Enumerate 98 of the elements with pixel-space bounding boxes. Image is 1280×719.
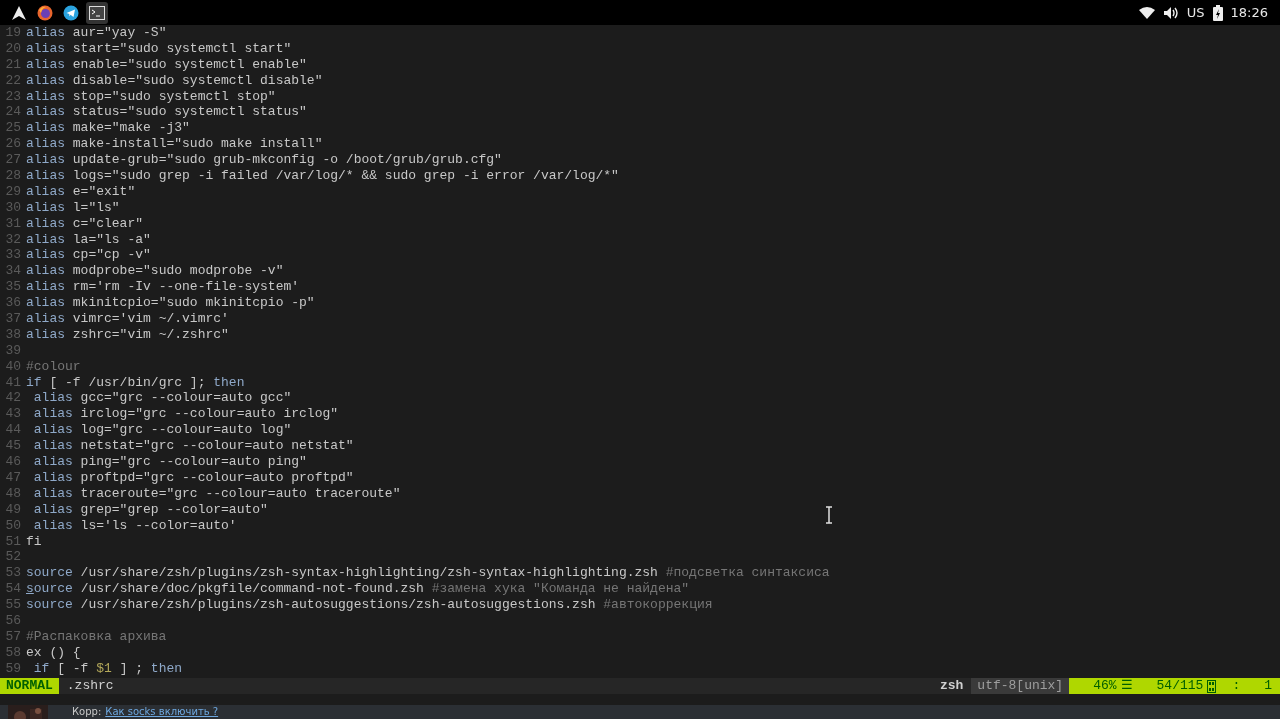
mode-indicator: NORMAL (0, 678, 59, 694)
line-number: 52 (4, 549, 22, 566)
code-line: alias cp="cp -v" (26, 247, 151, 263)
code-line: #Распаковка архива (26, 628, 167, 644)
line-number: 22 (4, 72, 22, 89)
scroll-percent: 46% (1093, 678, 1117, 694)
column-separator: : (1232, 678, 1241, 694)
line-number: 50 (4, 517, 22, 534)
line-number: 46 (4, 454, 22, 470)
code-line: alias logs="sudo grep -i failed /var/log/* && sudo grep -i error /var/log/*" (26, 168, 619, 183)
code-line: alias start="sudo systemctl start" (26, 40, 292, 56)
line-number: 42 (4, 390, 22, 407)
code-line: alias modprobe="sudo modprobe -v" (26, 263, 284, 279)
line-number: 48 (4, 485, 22, 502)
line-number: 25 (4, 120, 22, 137)
code-line: alias la="ls -a" (26, 231, 151, 247)
file-type: zsh (938, 678, 965, 694)
battery-icon[interactable] (1212, 4, 1223, 21)
code-line: alias log="grc --colour=auto log" (32, 422, 292, 438)
line-number: 37 (4, 311, 22, 327)
line-number: 33 (4, 247, 22, 264)
line-number: 44 (4, 422, 22, 439)
code-line: alias grep="grep --color=auto" (32, 501, 268, 517)
code-line: alias rm='rm -Iv --one-file-system' (26, 279, 300, 295)
line-number: 49 (4, 501, 22, 518)
file-encoding: utf-8[unix] (971, 678, 1070, 694)
message-author: Корр: (72, 705, 102, 719)
line-number: 47 (4, 469, 22, 486)
code-line: if [ -f $1 ] ; then (32, 660, 183, 676)
code-line: alias proftpd="grc --colour=auto proftpd" (32, 469, 354, 485)
code-line: alias irclog="grc --colour=auto irclog" (32, 406, 339, 422)
code-line: alias c="clear" (26, 215, 144, 231)
code-line: alias ping="grc --colour=auto ping" (32, 454, 307, 470)
line-number: 55 (4, 597, 22, 613)
line-number: 35 (4, 279, 22, 296)
line-number: 20 (4, 40, 22, 57)
line-number: 40 (4, 358, 22, 375)
code-line: alias enable="sudo systemctl enable" (26, 56, 307, 72)
code-line: source /usr/share/zsh/plugins/zsh-syntax-highlighting/zsh-syntax-highlighting.zsh #подсветка синтаксиса (26, 565, 830, 581)
code-line: fi (26, 533, 42, 549)
code-line: source /usr/share/zsh/plugins/zsh-autosuggestions/zsh-autosuggestions.zsh #автокоррекция (26, 597, 713, 613)
volume-icon[interactable] (1162, 5, 1179, 20)
line-number: 45 (4, 438, 22, 455)
code-line: alias netstat="grc --colour=auto netstat" (32, 438, 354, 454)
line-position: 54/115 (1156, 678, 1204, 694)
line-number: 57 (4, 628, 22, 645)
code-line: alias zshrc="vim ~/.zshrc" (26, 326, 229, 342)
code-line: alias e="exit" (26, 183, 136, 199)
line-number: 27 (4, 152, 22, 169)
line-number: 38 (4, 326, 22, 343)
code-line: alias traceroute="grc --colour=auto traceroute" (32, 485, 401, 501)
line-number: 21 (4, 56, 22, 73)
line-number: 28 (4, 168, 22, 184)
code-line: alias stop="sudo systemctl stop" (26, 88, 276, 104)
line-number: 59 (4, 660, 22, 677)
code-line: if [ -f /usr/bin/grc ]; then (26, 374, 245, 390)
line-number: 34 (4, 263, 22, 280)
line-number: 26 (4, 136, 22, 153)
code-line: alias l="ls" (26, 199, 120, 215)
percent-symbol: ☰ (1120, 678, 1133, 694)
line-number: 29 (4, 183, 22, 200)
wifi-icon[interactable] (1138, 6, 1155, 19)
line-number: 51 (4, 533, 22, 550)
code-line: alias ls='ls --color=auto' (32, 517, 237, 533)
code-line: alias update-grub="sudo grub-mkconfig -o /boot/grub/grub.cfg" (26, 152, 502, 168)
code-line: source /usr/share/doc/pkgfile/command-not-found.zsh #замена хука "Команда не найдена" (26, 581, 690, 597)
line-number-icon (1207, 679, 1217, 693)
keyboard-layout[interactable]: US (1186, 2, 1205, 23)
code-line: alias gcc="grc --colour=auto gcc" (32, 390, 292, 406)
code-line: alias mkinitcpio="sudo mkinitcpio -p" (26, 295, 315, 311)
line-number: 36 (4, 295, 22, 312)
line-number: 41 (4, 374, 22, 391)
line-number: 31 (4, 215, 22, 232)
text-cursor-icon (825, 506, 833, 524)
line-number: 23 (4, 88, 22, 105)
line-number: 32 (4, 231, 22, 248)
line-number: 43 (4, 406, 22, 423)
line-number: 58 (4, 644, 22, 661)
line-number: 30 (4, 199, 22, 216)
code-line: #colour (26, 358, 81, 374)
line-number: 53 (4, 565, 22, 582)
line-number: 19 (4, 25, 22, 41)
code-line: alias aur="yay -S" (26, 25, 167, 40)
code-line: alias make="make -j3" (26, 120, 190, 136)
code-line: alias status="sudo systemctl status" (26, 104, 307, 120)
code-line: alias disable="sudo systemctl disable" (26, 72, 323, 88)
line-number: 56 (4, 612, 22, 629)
terminal-icon[interactable] (86, 1, 108, 24)
line-number: 24 (4, 104, 22, 121)
code-line: alias make-install="sudo make install" (26, 136, 323, 152)
column-number: 1 (1264, 678, 1272, 694)
line-number: 39 (4, 342, 22, 359)
code-line: alias vimrc='vim ~/.vimrc' (26, 311, 229, 327)
message-link[interactable]: Как socks включить ? (105, 705, 219, 719)
line-number: 54 (4, 581, 22, 598)
code-line: ex () { (26, 644, 81, 660)
file-name: .zshrc (66, 678, 115, 694)
clock[interactable]: 18:26 (1230, 2, 1268, 23)
